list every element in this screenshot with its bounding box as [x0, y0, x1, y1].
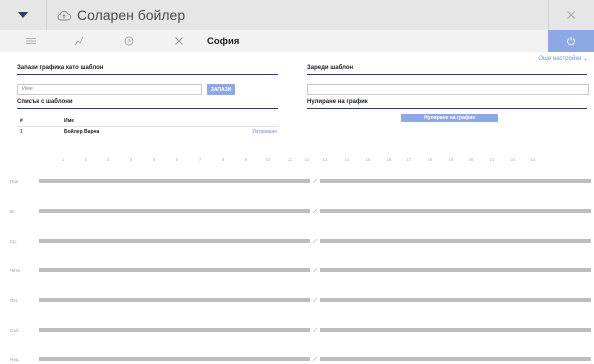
row-template-name: Бойлер Варна — [64, 129, 100, 135]
hour-label: 22 — [510, 157, 516, 162]
hour-label: 19 — [448, 157, 454, 162]
row-number: 1 — [20, 129, 23, 135]
day-bar-sat-am[interactable] — [39, 328, 310, 332]
tab-bar: София — [0, 30, 594, 52]
hour-label: 7 — [198, 157, 202, 162]
day-label-mon: Пон. — [10, 179, 20, 184]
column-header-number: # — [20, 118, 23, 124]
tab-city-label: София — [207, 35, 240, 47]
pencil-icon[interactable] — [311, 237, 319, 245]
hour-label: 6 — [175, 157, 179, 162]
section-divider — [17, 108, 278, 109]
day-bar-sat-pm[interactable] — [320, 328, 591, 332]
tab-menu[interactable] — [8, 30, 54, 52]
hour-label: 13 — [322, 157, 328, 162]
template-name-input[interactable] — [17, 84, 202, 95]
save-template-button[interactable]: ЗАПАЗИ — [207, 84, 235, 95]
hour-label: 20 — [468, 157, 474, 162]
load-template-select[interactable] — [307, 84, 589, 95]
section-divider — [307, 74, 587, 75]
day-bar-sun-pm[interactable] — [320, 357, 591, 361]
day-bar-tue-pm[interactable] — [320, 209, 591, 213]
top-bar-divider — [46, 0, 47, 30]
tab-schedule[interactable] — [106, 30, 152, 52]
caret-down-icon — [18, 11, 28, 18]
table-header: # Име — [17, 117, 278, 125]
power-icon — [567, 36, 575, 46]
pencil-icon[interactable] — [311, 266, 319, 274]
tab-chart[interactable] — [56, 30, 102, 52]
day-label-sat: Съб. — [10, 328, 20, 333]
hour-label: 4 — [129, 157, 133, 162]
template-list-title: Списък с шаблони — [17, 99, 73, 105]
hour-label: 12 — [304, 157, 310, 162]
load-template-title: Зареди шаблон — [307, 65, 354, 71]
day-bar-mon-pm[interactable] — [320, 179, 591, 183]
hour-label: 15 — [365, 157, 371, 162]
day-label-wed: Ср. — [10, 239, 18, 244]
pencil-icon[interactable] — [311, 326, 319, 334]
hamburger-icon — [26, 38, 36, 44]
reset-schedule-title: Нулиране на график — [307, 99, 368, 105]
tab-tools[interactable] — [156, 30, 202, 52]
tools-icon — [567, 11, 575, 19]
section-divider — [17, 74, 278, 75]
clock-icon — [124, 36, 134, 46]
hour-label: 5 — [152, 157, 156, 162]
hour-label: 10 — [265, 157, 271, 162]
menu-caret-button[interactable] — [0, 0, 46, 30]
table-divider — [17, 126, 278, 127]
pencil-icon[interactable] — [311, 296, 319, 304]
save-template-title: Запази графика като шаблон — [17, 65, 104, 71]
day-label-tue: Вт. — [10, 209, 16, 214]
hour-label: 9 — [244, 157, 248, 162]
hour-label: 2 — [84, 157, 88, 162]
day-bar-fri-pm[interactable] — [320, 298, 591, 302]
hour-label: 18 — [427, 157, 433, 162]
hour-label: 16 — [386, 157, 392, 162]
hour-label: 1 — [61, 157, 65, 162]
cloud-upload-icon — [57, 10, 71, 20]
hour-label: 14 — [344, 157, 350, 162]
pencil-icon[interactable] — [311, 355, 319, 363]
day-label-fri: Пет. — [10, 298, 19, 303]
day-bar-thu-pm[interactable] — [320, 268, 591, 272]
pencil-icon[interactable] — [311, 177, 319, 185]
day-bar-fri-am[interactable] — [39, 298, 310, 302]
hour-label: 17 — [406, 157, 412, 162]
device-title: Соларен бойлер — [57, 0, 185, 30]
hour-label: 3 — [106, 157, 110, 162]
day-bar-tue-am[interactable] — [39, 209, 310, 213]
day-label-sun: Нед. — [10, 357, 20, 362]
device-title-text: Соларен бойлер — [77, 7, 186, 23]
pencil-icon[interactable] — [311, 207, 319, 215]
reset-schedule-button[interactable]: Нулиране на график — [401, 114, 498, 122]
day-label-thu: Четв. — [10, 268, 22, 273]
day-bar-thu-am[interactable] — [39, 268, 310, 272]
hour-label: 8 — [221, 157, 225, 162]
chart-line-icon — [74, 36, 84, 46]
tools-button[interactable] — [548, 0, 594, 30]
day-bar-mon-am[interactable] — [39, 179, 310, 183]
hour-label: 21 — [489, 157, 495, 162]
top-bar: Соларен бойлер — [0, 0, 594, 30]
day-bar-sun-am[interactable] — [39, 357, 310, 361]
hour-label: 23 — [530, 157, 536, 162]
more-settings-link[interactable]: Още настройки ⌄ — [538, 55, 588, 62]
table-row: 1 Бойлер Варна Изтриване — [17, 128, 278, 137]
tools-icon — [175, 37, 183, 45]
day-bar-wed-pm[interactable] — [320, 239, 591, 243]
day-bar-wed-am[interactable] — [39, 239, 310, 243]
power-button[interactable] — [548, 30, 594, 52]
column-header-name: Име — [64, 118, 75, 124]
section-divider — [307, 108, 587, 109]
delete-template-link[interactable]: Изтриване — [252, 129, 277, 135]
